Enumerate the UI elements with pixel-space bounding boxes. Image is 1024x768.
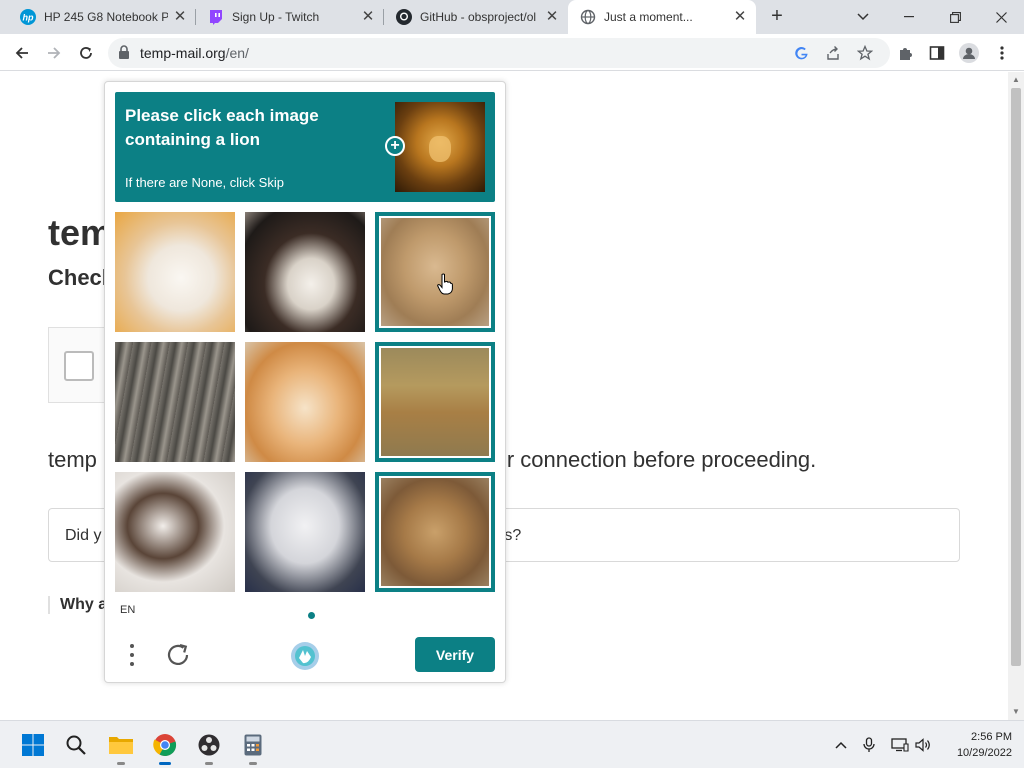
show-hidden-icons-chevron-icon[interactable] — [831, 735, 851, 755]
scroll-down-arrow-icon[interactable]: ▼ — [1008, 704, 1024, 720]
captcha-tile-6[interactable] — [375, 342, 495, 462]
twitch-icon — [208, 9, 224, 25]
verify-button[interactable]: Verify — [415, 637, 495, 672]
tile-image-lion — [381, 478, 489, 586]
app-indicator — [249, 762, 257, 765]
more-menu-icon[interactable] — [989, 40, 1015, 66]
app-indicator — [159, 762, 171, 765]
tile-image-cat — [245, 342, 365, 462]
volume-icon[interactable] — [913, 735, 933, 755]
captcha-tile-5[interactable] — [245, 342, 365, 462]
app-indicator — [205, 762, 213, 765]
lock-icon[interactable] — [118, 45, 130, 64]
search-icon[interactable] — [60, 729, 92, 761]
calculator-icon[interactable] — [237, 729, 269, 765]
page-heading: tem — [48, 212, 113, 253]
side-panel-icon[interactable] — [924, 40, 950, 66]
scroll-up-arrow-icon[interactable]: ▲ — [1008, 72, 1024, 88]
profile-avatar-icon[interactable] — [956, 40, 982, 66]
hand-pointer-cursor-icon — [437, 273, 453, 295]
browser-toolbar: temp-mail.org/en/ — [0, 34, 1024, 71]
close-window-button[interactable] — [978, 0, 1024, 34]
expand-plus-icon[interactable]: + — [385, 136, 405, 156]
close-tab-icon[interactable]: ✕ — [732, 9, 748, 25]
why-text: Why a — [48, 596, 107, 614]
tile-image-dog — [115, 472, 235, 592]
prompt-subtitle: If there are None, click Skip — [125, 175, 284, 190]
tab-search-chevron-icon[interactable] — [840, 0, 886, 34]
close-tab-icon[interactable]: ✕ — [172, 9, 188, 25]
obs-studio-icon[interactable] — [193, 729, 225, 765]
close-tab-icon[interactable]: ✕ — [544, 9, 560, 25]
share-icon[interactable] — [822, 42, 844, 64]
extensions-puzzle-icon[interactable] — [893, 40, 919, 66]
captcha-tile-3[interactable] — [375, 212, 495, 332]
tab-github[interactable]: GitHub - obsproject/ol ✕ — [384, 0, 568, 34]
url-path: /en/ — [225, 45, 249, 61]
tab-just-a-moment[interactable]: Just a moment... ✕ — [568, 0, 756, 34]
app-indicator — [117, 762, 125, 765]
system-clock[interactable]: 2:56 PM 10/29/2022 — [940, 729, 1012, 761]
tile-image-dog — [245, 212, 365, 332]
restore-button[interactable] — [932, 0, 978, 34]
tile-image-dog — [115, 212, 235, 332]
captcha-menu-icon[interactable] — [123, 640, 141, 670]
minimize-button[interactable] — [886, 0, 932, 34]
new-tab-button[interactable]: + — [765, 5, 789, 29]
refresh-challenge-icon[interactable] — [163, 640, 193, 670]
captcha-tile-9[interactable] — [375, 472, 495, 592]
google-lens-icon[interactable] — [790, 42, 812, 64]
prompt-title: Please click each image containing a lio… — [125, 106, 319, 149]
clock-time: 2:56 PM — [971, 731, 1012, 743]
clock-date: 10/29/2022 — [956, 747, 1012, 759]
captcha-tile-8[interactable] — [245, 472, 365, 592]
hp-icon: hp — [20, 9, 36, 25]
captcha-prompt: Please click each image containing a lio… — [115, 92, 495, 202]
reload-icon[interactable] — [73, 40, 99, 66]
example-lion-image — [395, 102, 485, 192]
tab-title: Sign Up - Twitch — [232, 10, 320, 24]
captcha-challenge: Please click each image containing a lio… — [104, 81, 506, 683]
svg-text:hp: hp — [23, 13, 34, 23]
back-arrow-icon[interactable] — [9, 40, 35, 66]
tile-image-dog — [245, 472, 365, 592]
verification-checkbox[interactable] — [64, 351, 94, 381]
network-icon[interactable] — [890, 735, 910, 755]
github-icon — [396, 9, 412, 25]
scroll-thumb[interactable] — [1011, 88, 1021, 666]
language-selector[interactable]: EN — [120, 604, 135, 616]
tab-strip: hp HP 245 G8 Notebook P ✕ Sign Up - Twit… — [0, 0, 1024, 34]
tile-image-lion — [381, 348, 489, 456]
page-message-left: temp — [48, 447, 97, 472]
file-explorer-folder-icon[interactable] — [105, 729, 137, 765]
tab-title: Just a moment... — [604, 10, 693, 24]
captcha-tile-4[interactable] — [115, 342, 235, 462]
chrome-icon[interactable] — [149, 729, 181, 765]
tab-twitch[interactable]: Sign Up - Twitch ✕ — [196, 0, 384, 34]
captcha-tile-7[interactable] — [115, 472, 235, 592]
forward-arrow-icon[interactable] — [41, 40, 67, 66]
globe-icon — [580, 9, 596, 25]
hcaptcha-logo-icon — [289, 640, 321, 672]
microphone-icon[interactable] — [859, 735, 879, 755]
address-bar[interactable]: temp-mail.org/en/ — [108, 38, 890, 68]
tile-image-cat — [115, 342, 235, 462]
url-text: temp-mail.org/en/ — [140, 45, 249, 61]
details-text-left: Did y — [65, 527, 102, 544]
url-host: temp-mail.org — [140, 45, 226, 61]
captcha-tile-2[interactable] — [245, 212, 365, 332]
tile-image-lion — [381, 218, 489, 326]
tab-hp-notebook[interactable]: hp HP 245 G8 Notebook P ✕ — [8, 0, 196, 34]
challenge-page-dot — [308, 612, 315, 619]
close-tab-icon[interactable]: ✕ — [360, 9, 376, 25]
tab-title: GitHub - obsproject/ol — [420, 10, 537, 24]
page-scrollbar[interactable]: ▲ ▼ — [1008, 72, 1024, 720]
windows-taskbar: 2:56 PM 10/29/2022 — [0, 720, 1024, 768]
tab-title: HP 245 G8 Notebook P — [44, 10, 168, 24]
start-windows-icon[interactable] — [17, 729, 49, 761]
bookmark-star-icon[interactable] — [854, 42, 876, 64]
captcha-tile-1[interactable] — [115, 212, 235, 332]
